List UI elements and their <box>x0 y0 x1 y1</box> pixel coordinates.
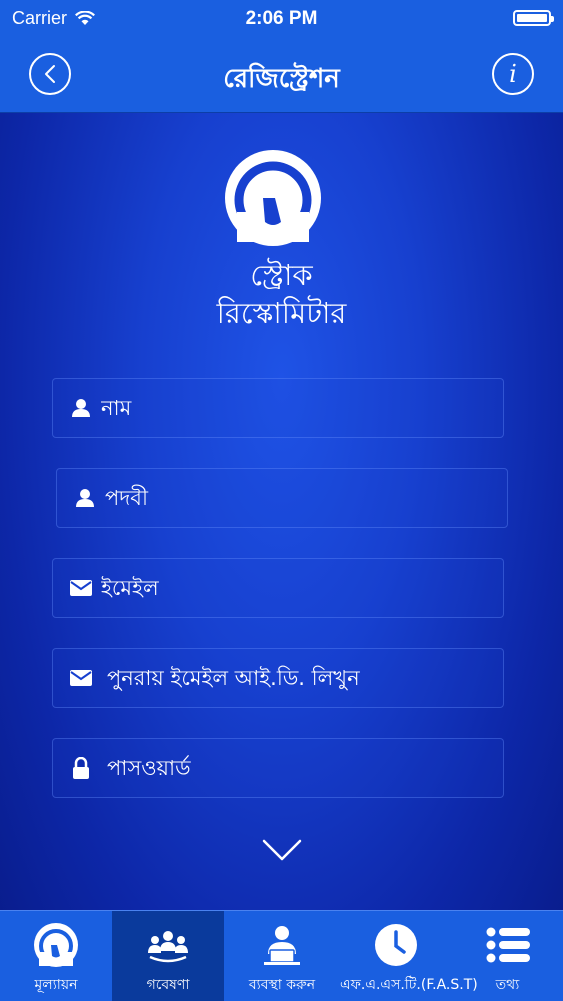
gauge-logo-icon <box>225 150 321 246</box>
tab-info[interactable]: তথ্য <box>452 911 563 1001</box>
gauge-icon <box>32 921 80 969</box>
tab-label: ব্যবস্থা করুন <box>248 977 316 993</box>
app-name: স্ট্রোক রিস্কোমিটার <box>0 256 563 332</box>
app-name-line1: স্ট্রোক <box>250 258 313 292</box>
confirm-email-input[interactable] <box>101 649 503 707</box>
app-name-line2: রিস্কোমিটার <box>216 296 347 330</box>
status-time: 2:06 PM <box>245 8 318 29</box>
person-laptop-icon <box>258 921 306 969</box>
status-bar: Carrier 2:06 PM <box>0 0 563 38</box>
info-icon: i <box>509 60 517 88</box>
tab-label: তথ্য <box>495 977 520 993</box>
info-button[interactable]: i <box>492 53 534 95</box>
lock-icon <box>69 756 93 780</box>
battery-icon <box>513 10 554 26</box>
tab-bar: মূল্যায়ন গবেষণা ব্যবস্থা করুন এফ.এ.এস.ট… <box>0 910 563 1001</box>
envelope-icon <box>69 666 93 690</box>
password-field[interactable] <box>52 738 504 798</box>
user-icon <box>69 396 93 420</box>
tab-fast[interactable]: এফ.এ.এস.টি.(F.A.S.T) <box>340 911 478 1001</box>
tab-assessment[interactable]: মূল্যায়ন <box>0 911 112 1001</box>
clock-icon <box>372 921 420 969</box>
email-field[interactable] <box>52 558 504 618</box>
password-input[interactable] <box>101 739 503 797</box>
user-icon <box>73 486 97 510</box>
chevron-down-icon[interactable] <box>261 836 303 864</box>
envelope-icon <box>69 576 93 600</box>
designation-input[interactable] <box>105 469 507 527</box>
tab-label: এফ.এ.এস.টি.(F.A.S.T) <box>340 977 478 993</box>
page-title: রেজিস্ট্রেশন <box>223 64 340 94</box>
tab-label: গবেষণা <box>146 977 190 993</box>
name-input[interactable] <box>101 379 503 437</box>
tab-manage[interactable]: ব্যবস্থা করুন <box>224 911 340 1001</box>
email-input[interactable] <box>101 559 503 617</box>
nav-bar: রেজিস্ট্রেশন i <box>0 38 563 113</box>
designation-field[interactable] <box>56 468 508 528</box>
tab-research[interactable]: গবেষণা <box>112 911 224 1001</box>
confirm-email-field[interactable] <box>52 648 504 708</box>
name-field[interactable] <box>52 378 504 438</box>
list-icon <box>484 921 532 969</box>
tab-label: মূল্যায়ন <box>34 977 78 993</box>
people-icon <box>144 921 192 969</box>
